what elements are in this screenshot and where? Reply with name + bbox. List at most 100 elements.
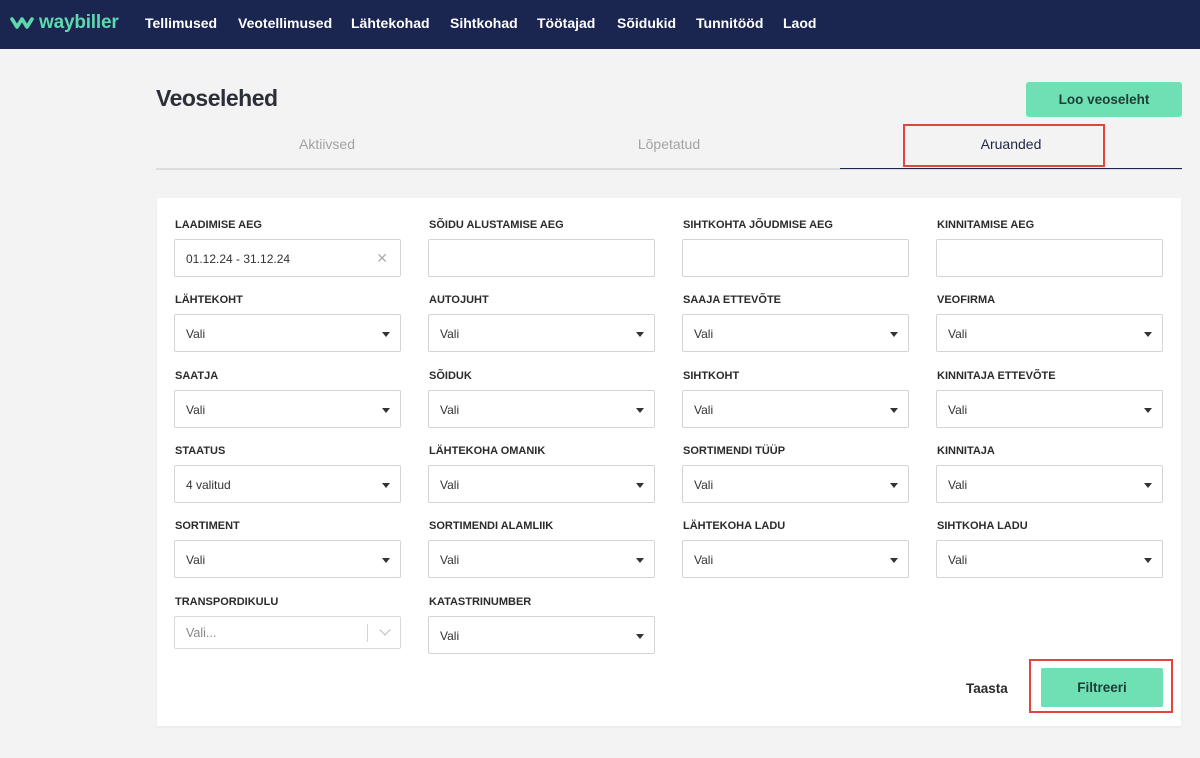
vehicle-value: Vali: [440, 403, 460, 417]
transport-cost-label: TRANSPORDIKULU: [175, 596, 279, 608]
logo-mark-icon: [10, 17, 34, 29]
tab-aktiivsed[interactable]: Aktiivsed: [156, 126, 498, 162]
trip-start-time-label: SÕIDU ALUSTAMISE AEG: [429, 219, 564, 231]
create-waybill-button[interactable]: Loo veoseleht: [1026, 82, 1182, 117]
logo-text: waybiller: [39, 12, 119, 33]
carrier-select[interactable]: Vali: [936, 314, 1163, 352]
nav-item-soidukid[interactable]: Sõidukid: [617, 15, 676, 31]
caret-down-icon: [636, 634, 644, 639]
confirmation-time-input[interactable]: [936, 239, 1163, 277]
cadastral-number-select[interactable]: Vali: [428, 616, 655, 654]
origin-warehouse-value: Vali: [694, 553, 714, 567]
trip-start-time-input[interactable]: [428, 239, 655, 277]
caret-down-icon: [636, 408, 644, 413]
origin-owner-value: Vali: [440, 478, 460, 492]
loading-time-date-range-input[interactable]: 01.12.24 - 31.12.24 ✕: [174, 239, 401, 277]
vehicle-label: SÕIDUK: [429, 370, 472, 382]
origin-select[interactable]: Vali: [174, 314, 401, 352]
assortment-value: Vali: [186, 553, 206, 567]
tab-lopetatud[interactable]: Lõpetatud: [498, 126, 840, 162]
assortment-type-value: Vali: [694, 478, 714, 492]
confirmation-time-label: KINNITAMISE AEG: [937, 219, 1035, 231]
nav-item-sihtkohad[interactable]: Sihtkohad: [450, 15, 518, 31]
destination-select[interactable]: Vali: [682, 390, 909, 428]
caret-down-icon: [890, 483, 898, 488]
caret-down-icon: [890, 332, 898, 337]
destination-warehouse-value: Vali: [948, 553, 968, 567]
indicator-separator: [367, 624, 368, 642]
driver-value: Vali: [440, 327, 460, 341]
confirmer-company-label: KINNITAJA ETTEVÕTE: [937, 370, 1056, 382]
receiver-company-label: SAAJA ETTEVÕTE: [683, 294, 781, 306]
destination-warehouse-select[interactable]: Vali: [936, 540, 1163, 578]
caret-down-icon: [1144, 558, 1152, 563]
vehicle-select[interactable]: Vali: [428, 390, 655, 428]
reset-button[interactable]: Taasta: [966, 681, 1008, 696]
tab-bar: Aktiivsed Lõpetatud Aruanded: [156, 126, 1182, 170]
destination-warehouse-label: SIHTKOHA LADU: [937, 520, 1028, 532]
assortment-type-select[interactable]: Vali: [682, 465, 909, 503]
caret-down-icon: [636, 483, 644, 488]
caret-down-icon: [382, 483, 390, 488]
confirmer-company-value: Vali: [948, 403, 968, 417]
page-title: Veoselehed: [156, 85, 278, 111]
assortment-subtype-label: SORTIMENDI ALAMLIIK: [429, 520, 554, 532]
tab-aruanded[interactable]: Aruanded: [840, 126, 1182, 162]
loading-time-label: LAADIMISE AEG: [175, 219, 262, 231]
confirmer-company-select[interactable]: Vali: [936, 390, 1163, 428]
assortment-select[interactable]: Vali: [174, 540, 401, 578]
origin-warehouse-label: LÄHTEKOHA LADU: [683, 520, 786, 532]
caret-down-icon: [382, 332, 390, 337]
origin-owner-select[interactable]: Vali: [428, 465, 655, 503]
origin-label: LÄHTEKOHT: [175, 294, 243, 306]
origin-value: Vali: [186, 327, 206, 341]
assortment-label: SORTIMENT: [175, 520, 240, 532]
confirmer-label: KINNITAJA: [937, 445, 995, 457]
status-label: STAATUS: [175, 445, 226, 457]
chevron-down-icon[interactable]: [379, 624, 391, 636]
driver-label: AUTOJUHT: [429, 294, 489, 306]
caret-down-icon: [382, 408, 390, 413]
assortment-subtype-value: Vali: [440, 553, 460, 567]
nav-item-laod[interactable]: Laod: [783, 15, 816, 31]
nav-item-lahtekohad[interactable]: Lähtekohad: [351, 15, 430, 31]
caret-down-icon: [636, 558, 644, 563]
filter-button[interactable]: Filtreeri: [1041, 668, 1163, 707]
assortment-subtype-select[interactable]: Vali: [428, 540, 655, 578]
cadastral-number-label: KATASTRINUMBER: [429, 596, 532, 608]
transport-cost-select[interactable]: Vali...: [174, 616, 401, 649]
confirmer-value: Vali: [948, 478, 968, 492]
loading-time-value: 01.12.24 - 31.12.24: [186, 252, 291, 266]
caret-down-icon: [890, 408, 898, 413]
arrival-time-input[interactable]: [682, 239, 909, 277]
caret-down-icon: [1144, 408, 1152, 413]
status-value: 4 valitud: [186, 478, 231, 492]
caret-down-icon: [890, 558, 898, 563]
nav-item-tootajad[interactable]: Töötajad: [537, 15, 595, 31]
destination-value: Vali: [694, 403, 714, 417]
arrival-time-label: SIHTKOHTA JÕUDMISE AEG: [683, 219, 833, 231]
nav-item-veotellimused[interactable]: Veotellimused: [238, 15, 332, 31]
receiver-company-value: Vali: [694, 327, 714, 341]
waybiller-logo[interactable]: waybiller: [10, 12, 119, 34]
transport-cost-placeholder: Vali...: [186, 626, 217, 640]
sender-value: Vali: [186, 403, 206, 417]
close-icon[interactable]: ✕: [376, 250, 388, 266]
destination-label: SIHTKOHT: [683, 370, 740, 382]
driver-select[interactable]: Vali: [428, 314, 655, 352]
origin-owner-label: LÄHTEKOHA OMANIK: [429, 445, 546, 457]
sender-label: SAATJA: [175, 370, 219, 382]
sender-select[interactable]: Vali: [174, 390, 401, 428]
status-select[interactable]: 4 valitud: [174, 465, 401, 503]
caret-down-icon: [636, 332, 644, 337]
active-tab-indicator: [840, 168, 1182, 169]
nav-item-tellimused[interactable]: Tellimused: [145, 15, 217, 31]
nav-item-tunnitood[interactable]: Tunnitööd: [696, 15, 763, 31]
origin-warehouse-select[interactable]: Vali: [682, 540, 909, 578]
caret-down-icon: [382, 558, 390, 563]
caret-down-icon: [1144, 332, 1152, 337]
assortment-type-label: SORTIMENDI TÜÜP: [683, 445, 786, 457]
confirmer-select[interactable]: Vali: [936, 465, 1163, 503]
carrier-label: VEOFIRMA: [937, 294, 996, 306]
receiver-company-select[interactable]: Vali: [682, 314, 909, 352]
